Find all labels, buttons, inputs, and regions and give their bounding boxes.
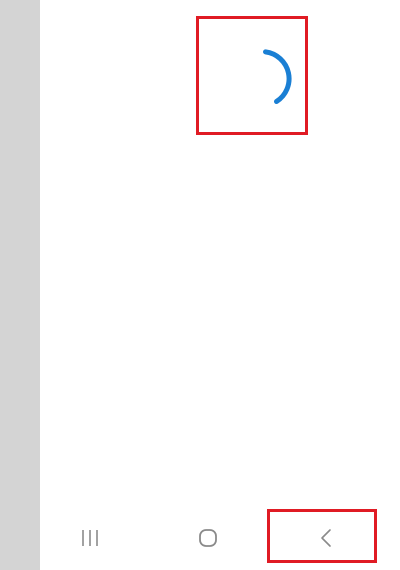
side-strip [0,0,40,570]
recents-icon [82,529,98,546]
home-icon [199,528,217,547]
back-button-highlight-box [267,509,377,563]
home-button[interactable] [158,505,258,570]
recents-button[interactable] [40,505,140,570]
loading-spinner-icon [263,49,292,104]
